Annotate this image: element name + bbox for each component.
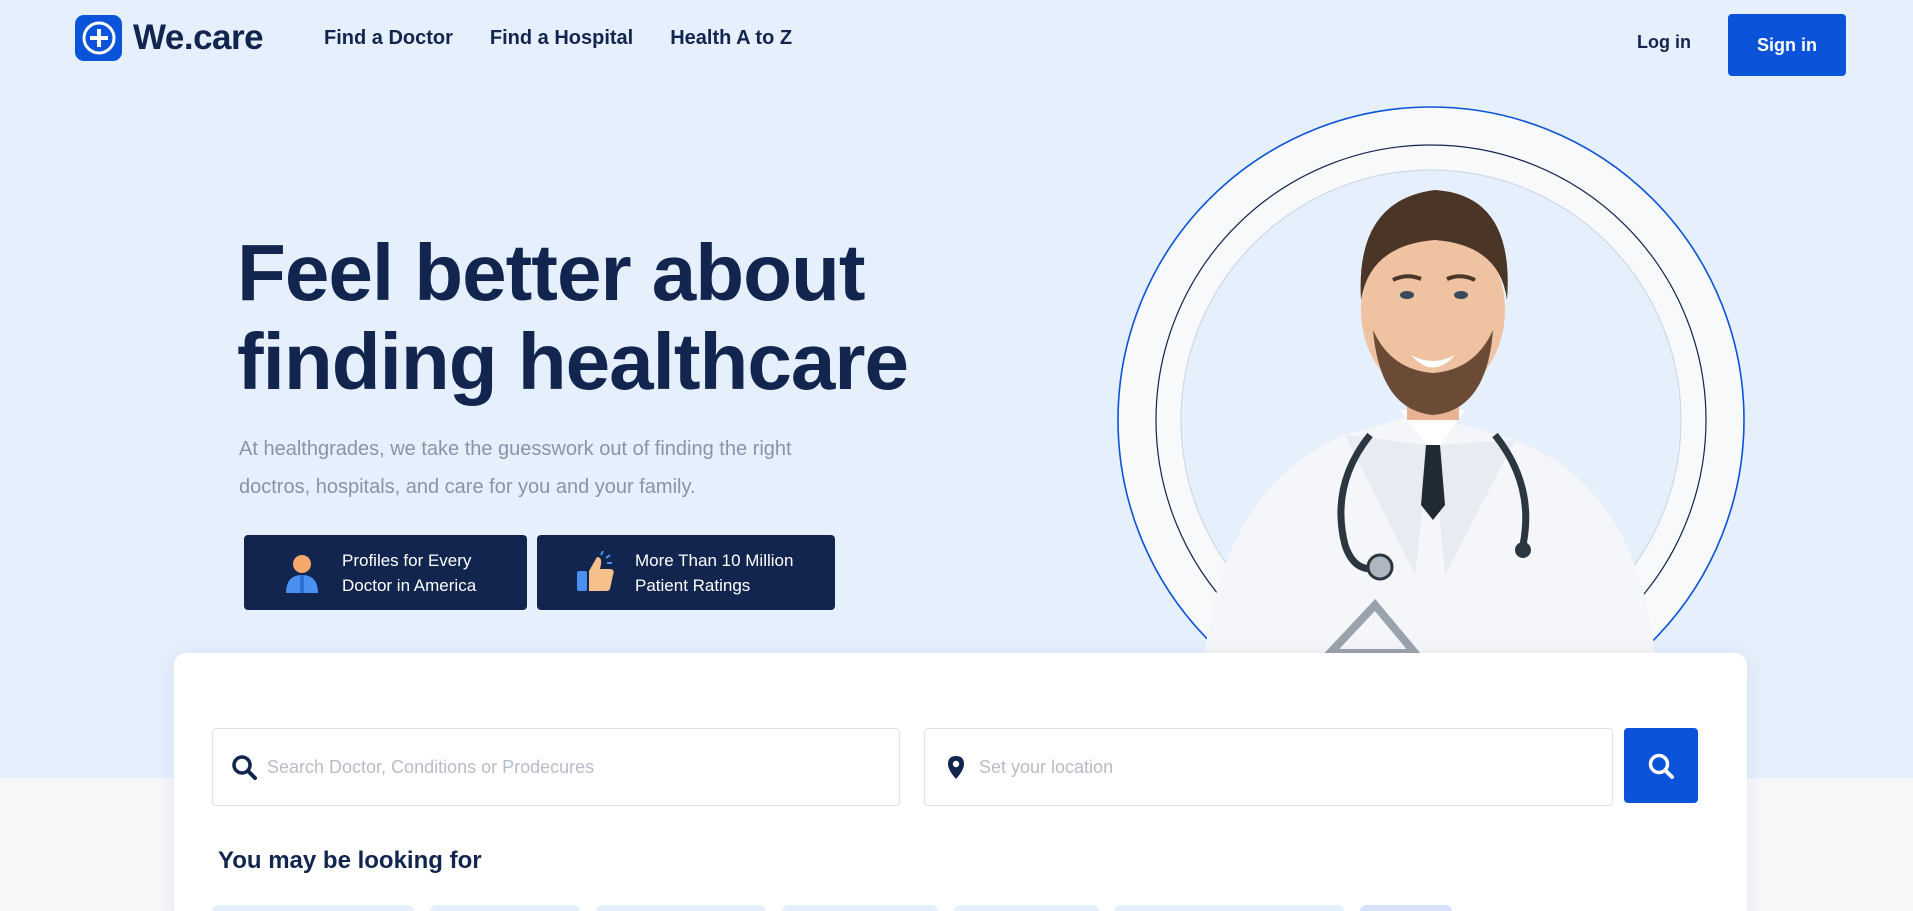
hero-subtitle-line-2: doctros, hospitals, and care for you and…: [239, 476, 696, 498]
feature-text: Profiles for Every Doctor in America: [342, 548, 476, 598]
logo[interactable]: We.care: [75, 15, 264, 61]
search-icon: [231, 754, 257, 780]
feature-line: Profiles for Every: [342, 550, 472, 570]
plus-icon: [75, 15, 122, 61]
doctor-portrait: [1115, 105, 1745, 653]
login-link[interactable]: Log in: [1637, 32, 1691, 53]
location-field[interactable]: [924, 728, 1613, 806]
main-nav: Find a Doctor Find a Hospital Health A t…: [324, 27, 829, 50]
search-card: You may be looking for: [174, 653, 1747, 911]
suggestion-chip[interactable]: [430, 905, 580, 911]
location-input[interactable]: [979, 756, 1612, 778]
doctor-search-field[interactable]: [212, 728, 900, 806]
suggestion-chip[interactable]: [1115, 905, 1344, 911]
location-pin-icon: [943, 754, 969, 780]
looking-for-title: You may be looking for: [218, 847, 482, 874]
hero-title-line-2: finding healthcare: [237, 317, 909, 406]
hero-title: Feel better about finding healthcare: [237, 228, 1017, 406]
feature-text: More Than 10 Million Patient Ratings: [635, 548, 793, 598]
search-icon: [1648, 753, 1674, 779]
suggestion-chip[interactable]: [1360, 905, 1452, 911]
nav-find-doctor[interactable]: Find a Doctor: [324, 27, 453, 50]
hero-subtitle: At healthgrades, we take the guesswork o…: [239, 430, 879, 506]
feature-badge-profiles: Profiles for Every Doctor in America: [244, 535, 527, 610]
suggestion-chip[interactable]: [782, 905, 938, 911]
suggestion-chip[interactable]: [212, 905, 414, 911]
search-button[interactable]: [1624, 728, 1698, 803]
brand-name: We.care: [133, 18, 264, 57]
hero-title-line-1: Feel better about: [237, 228, 866, 317]
suggestion-chip[interactable]: [954, 905, 1099, 911]
suggestion-chip[interactable]: [596, 905, 766, 911]
hero-subtitle-line-1: At healthgrades, we take the guesswork o…: [239, 438, 792, 460]
feature-line: More Than 10 Million: [635, 550, 794, 570]
nav-health-a-to-z[interactable]: Health A to Z: [670, 27, 792, 50]
thumbs-up-icon: [573, 550, 617, 595]
person-icon: [280, 551, 324, 595]
doctor-search-input[interactable]: [267, 756, 899, 778]
feature-line: Doctor in America: [342, 575, 477, 595]
signin-button[interactable]: Sign in: [1728, 14, 1846, 76]
feature-line: Patient Ratings: [635, 575, 751, 595]
nav-find-hospital[interactable]: Find a Hospital: [490, 27, 633, 50]
feature-badge-ratings: More Than 10 Million Patient Ratings: [537, 535, 835, 610]
